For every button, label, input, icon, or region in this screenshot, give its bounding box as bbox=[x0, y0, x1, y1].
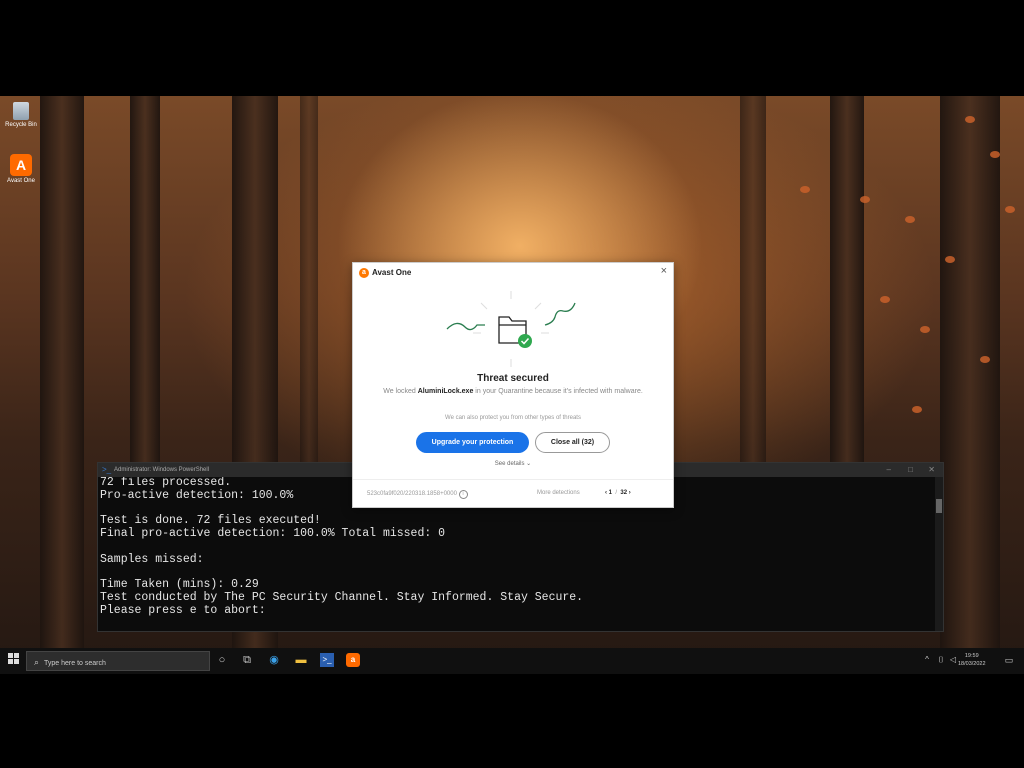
leaf bbox=[912, 406, 922, 413]
detection-id: 523c0fa9f020/220318.1858+0000 i bbox=[367, 490, 468, 499]
desktop: Recycle Bin A Avast One >_ Administrator… bbox=[0, 96, 1024, 673]
upgrade-protection-button[interactable]: Upgrade your protection bbox=[416, 432, 529, 453]
dialog-title: Threat secured bbox=[477, 373, 549, 384]
next-detection-button[interactable]: 32 › bbox=[620, 490, 630, 496]
desktop-icon-label: Recycle Bin bbox=[5, 122, 37, 128]
leaf bbox=[990, 151, 1000, 158]
minimize-icon[interactable]: – bbox=[887, 463, 891, 477]
leaf bbox=[920, 326, 930, 333]
leaf bbox=[905, 216, 915, 223]
desktop-icon-recycle-bin[interactable]: Recycle Bin bbox=[4, 102, 38, 128]
avast-one-icon: A bbox=[10, 154, 32, 176]
detection-pager: ‹ 1 / 32 › bbox=[605, 490, 631, 496]
file-explorer-icon[interactable]: ▬ bbox=[294, 653, 308, 667]
windows-start-icon[interactable] bbox=[6, 653, 20, 667]
leaf bbox=[980, 356, 990, 363]
powershell-taskbar-icon[interactable]: >_ bbox=[320, 653, 334, 667]
edge-browser-icon[interactable]: ◉ bbox=[267, 653, 281, 667]
leaf bbox=[945, 256, 955, 263]
leaf bbox=[860, 196, 870, 203]
clock-date: 18/03/2022 bbox=[958, 661, 986, 667]
dialog-app-name: Avast One bbox=[372, 268, 412, 277]
close-icon[interactable]: ✕ bbox=[928, 463, 935, 477]
dialog-footer: 523c0fa9f020/220318.1858+0000 i More det… bbox=[353, 479, 673, 508]
leaf bbox=[880, 296, 890, 303]
desktop-icon-label: Avast One bbox=[7, 178, 35, 184]
powershell-title: Administrator: Windows PowerShell bbox=[114, 467, 210, 473]
close-icon[interactable]: × bbox=[661, 265, 667, 277]
leaf bbox=[800, 186, 810, 193]
tree-trunk bbox=[740, 96, 766, 516]
console-line: Please press e to abort: bbox=[100, 603, 266, 617]
task-view-icon[interactable]: ⧉ bbox=[240, 653, 254, 667]
search-icon: ⌕ bbox=[34, 657, 40, 667]
see-details-link[interactable]: See details ⌄ bbox=[353, 460, 673, 467]
pager-separator: / bbox=[615, 490, 618, 496]
recycle-bin-icon bbox=[13, 102, 29, 120]
dialog-message: We locked AluminiLock.exe in your Quaran… bbox=[373, 387, 653, 397]
tree-trunk bbox=[830, 96, 864, 516]
console-line: Samples missed: bbox=[100, 552, 204, 566]
clock-time: 19:59 bbox=[964, 653, 979, 659]
taskbar-search-input[interactable]: ⌕ Type here to search bbox=[26, 651, 210, 671]
notifications-icon[interactable]: ▭ bbox=[1002, 653, 1016, 667]
tree-trunk bbox=[130, 96, 160, 516]
tree-trunk bbox=[300, 96, 318, 516]
quarantine-folder-icon bbox=[446, 291, 576, 367]
tree-trunk bbox=[940, 96, 1000, 673]
taskbar: ⌕ Type here to search ○ ⧉ ◉ ▬ >_ a ^ ⌷ ◁… bbox=[0, 648, 1024, 674]
more-detections-label: More detections bbox=[537, 490, 580, 496]
leaf bbox=[1005, 206, 1015, 213]
tree-trunk bbox=[40, 96, 84, 673]
maximize-icon[interactable]: □ bbox=[908, 463, 913, 477]
scrollbar-thumb[interactable] bbox=[936, 499, 942, 513]
taskbar-clock[interactable]: 19:59 18/03/2022 bbox=[958, 652, 986, 668]
close-all-button[interactable]: Close all (32) bbox=[535, 432, 610, 453]
message-text: in your Quarantine because it's infected… bbox=[473, 388, 643, 395]
desktop-icon-avast-one[interactable]: A Avast One bbox=[4, 154, 38, 184]
avast-logo-icon: a bbox=[359, 268, 369, 278]
console-line: Final pro-active detection: 100.0% Total… bbox=[100, 527, 446, 541]
search-placeholder: Type here to search bbox=[44, 660, 106, 667]
previous-detection-button[interactable]: ‹ 1 bbox=[605, 490, 612, 496]
avast-threat-dialog: a Avast One × Threat secured We locked A… bbox=[352, 262, 674, 508]
show-hidden-icons-icon[interactable]: ^ bbox=[920, 653, 934, 667]
message-text: We locked bbox=[383, 388, 418, 395]
dialog-upsell-text: We can also protect you from other types… bbox=[445, 415, 581, 421]
scrollbar[interactable] bbox=[935, 477, 943, 631]
malware-filename: AluminiLock.exe bbox=[417, 388, 474, 395]
leaf bbox=[965, 116, 975, 123]
detection-id-text: 523c0fa9f020/220318.1858+0000 bbox=[367, 491, 457, 497]
info-icon[interactable]: i bbox=[458, 490, 468, 499]
dialog-header: a Avast One × bbox=[353, 263, 673, 281]
powershell-icon: >_ bbox=[102, 465, 112, 474]
cortana-icon[interactable]: ○ bbox=[215, 653, 229, 667]
avast-taskbar-icon[interactable]: a bbox=[346, 653, 360, 667]
